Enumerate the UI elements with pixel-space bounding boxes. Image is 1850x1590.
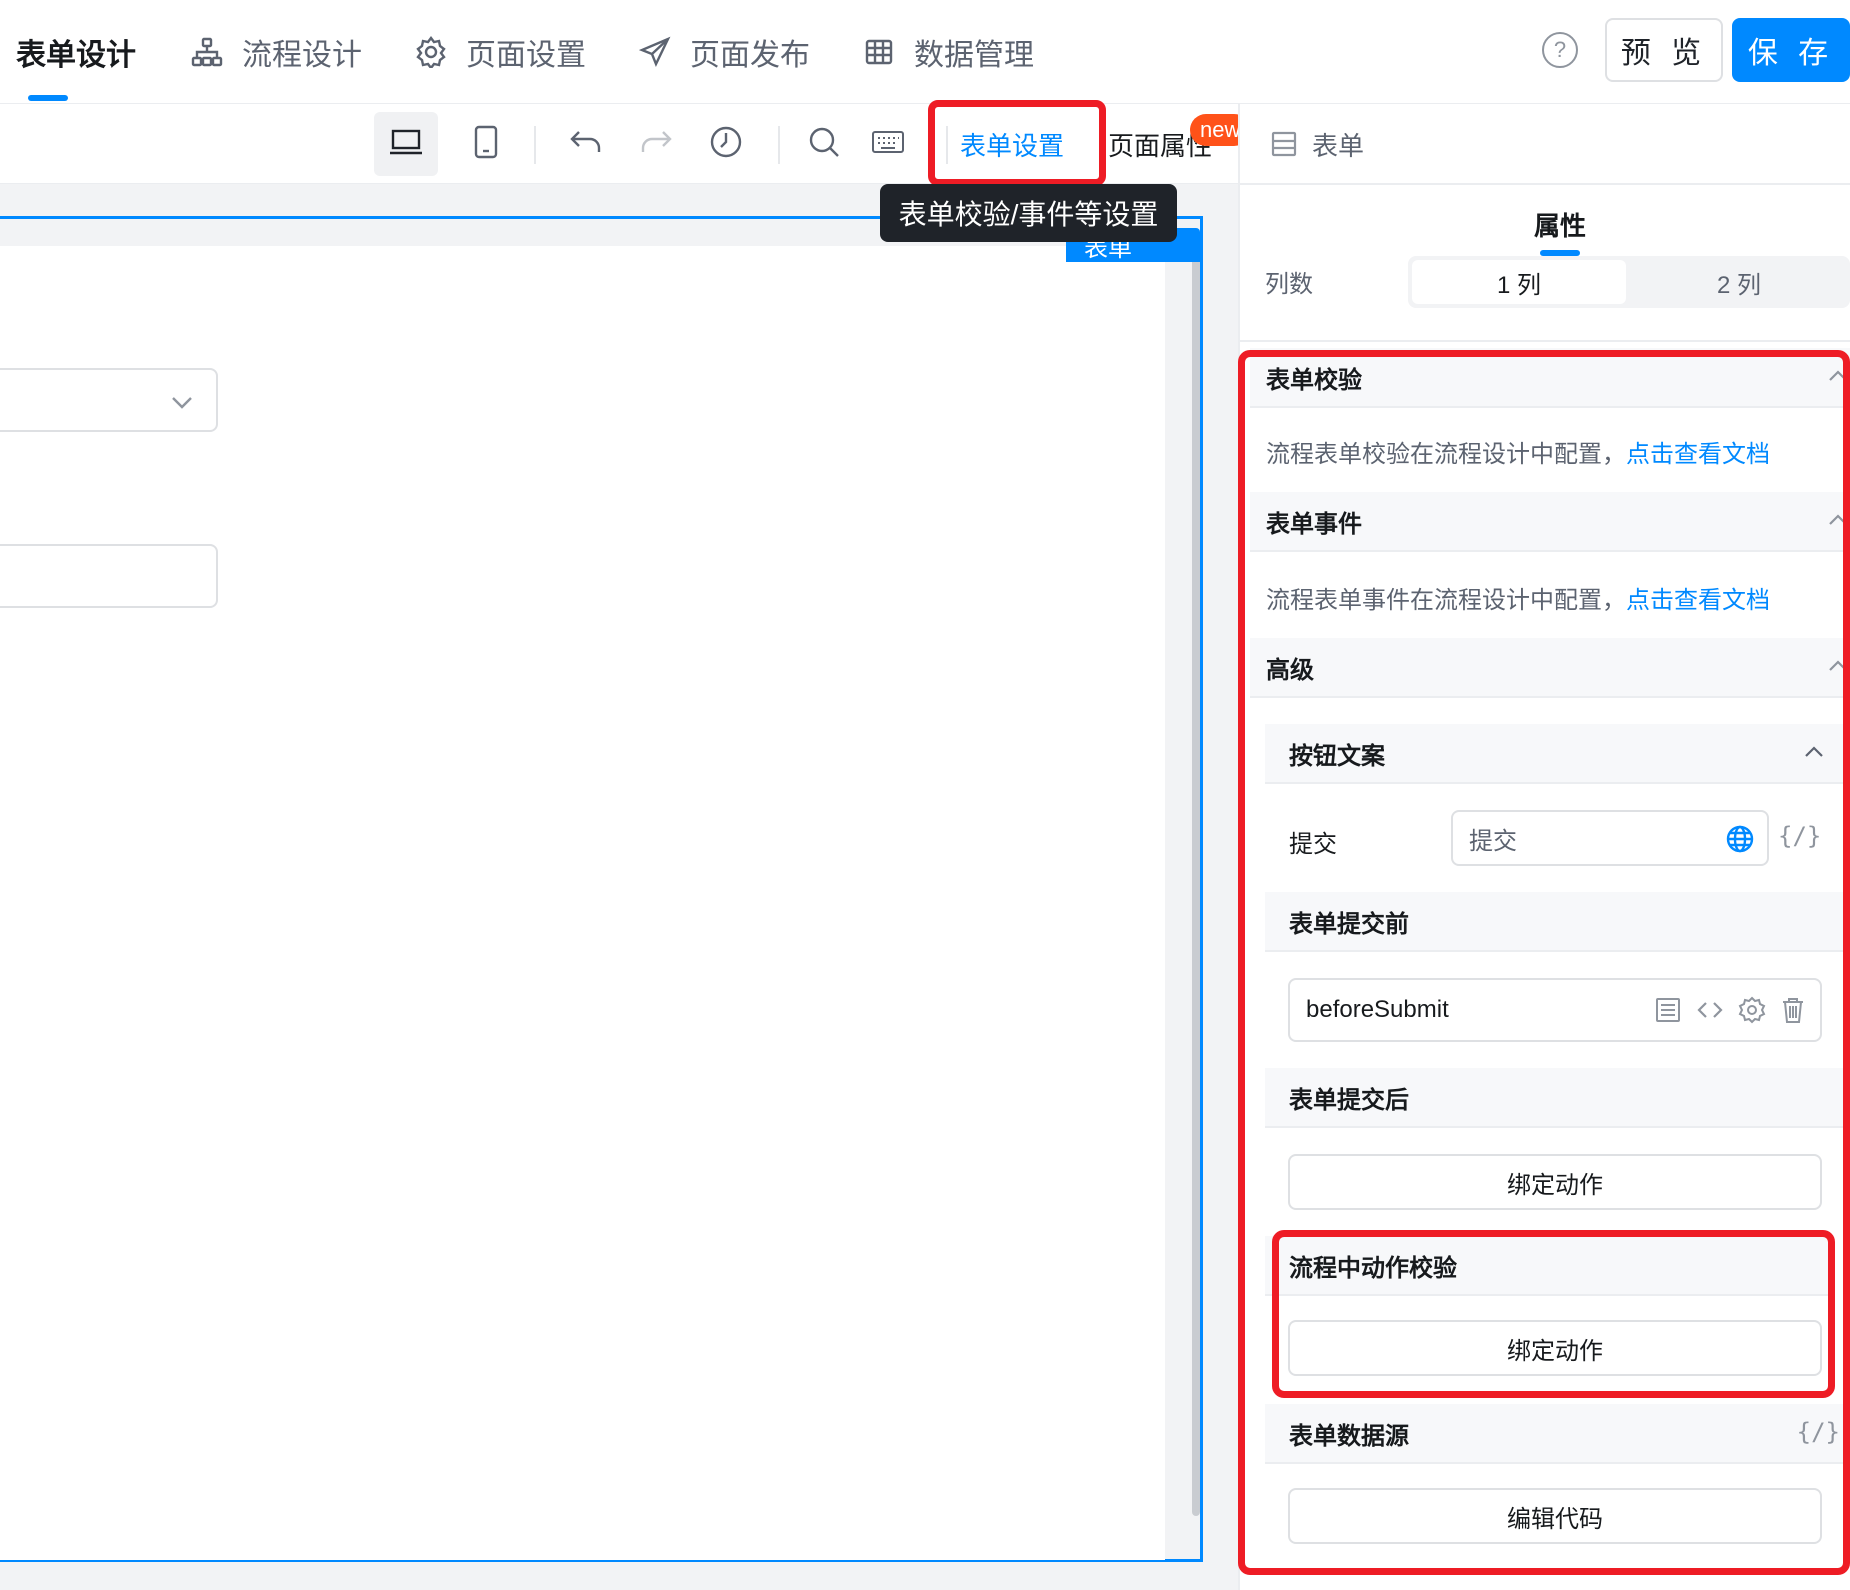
redo-button[interactable] xyxy=(624,112,688,176)
keyboard-shortcuts-button[interactable] xyxy=(856,112,920,176)
tab-flow-design[interactable]: 流程设计 xyxy=(190,0,362,104)
columns-segmented-control: 1 列 2 列 xyxy=(1408,256,1850,308)
form-settings-tooltip: 表单校验/事件等设置 xyxy=(880,184,1177,242)
search-icon xyxy=(807,125,841,164)
tab-data-management[interactable]: 数据管理 xyxy=(862,0,1034,104)
tab-properties[interactable]: 属性 xyxy=(1520,206,1600,243)
toolbar-divider xyxy=(534,126,536,164)
save-button[interactable]: 保 存 xyxy=(1732,18,1850,82)
mobile-view-button[interactable] xyxy=(454,112,518,176)
text-field[interactable] xyxy=(0,544,218,608)
history-button[interactable] xyxy=(694,112,758,176)
tab-label: 数据管理 xyxy=(914,39,1034,72)
desktop-view-button[interactable] xyxy=(374,112,438,176)
columns-option-2[interactable]: 2 列 xyxy=(1632,260,1846,304)
tab-label: 页面设置 xyxy=(466,39,586,72)
tab-page-settings[interactable]: 页面设置 xyxy=(414,0,586,104)
active-tab-indicator xyxy=(28,95,68,101)
redo-icon xyxy=(639,128,673,161)
gear-icon xyxy=(414,35,448,69)
tab-page-publish[interactable]: 页面发布 xyxy=(638,0,810,104)
panel-header-divider xyxy=(1238,183,1850,185)
preview-button[interactable]: 预 览 xyxy=(1605,18,1723,82)
form-canvas[interactable] xyxy=(0,246,1165,1560)
keyboard-icon xyxy=(871,130,905,159)
columns-option-1[interactable]: 1 列 xyxy=(1412,260,1626,304)
panel-divider xyxy=(1238,340,1850,342)
help-icon[interactable]: ? xyxy=(1542,32,1578,68)
phone-icon xyxy=(473,125,499,164)
form-icon xyxy=(1270,130,1298,158)
highlight-annotation xyxy=(1272,1230,1835,1398)
flow-icon xyxy=(190,35,224,69)
laptop-icon xyxy=(389,127,423,162)
columns-label: 列数 xyxy=(1265,271,1313,298)
panel-header-label: 表单 xyxy=(1312,130,1365,161)
table-icon xyxy=(862,35,896,69)
highlight-annotation xyxy=(928,100,1106,186)
tab-label: 流程设计 xyxy=(242,39,362,72)
tab-label: 表单设计 xyxy=(16,39,136,72)
chevron-down-icon xyxy=(168,388,196,421)
tab-label: 页面发布 xyxy=(690,39,810,72)
send-icon xyxy=(638,35,672,69)
top-navigation: 表单设计 流程设计 页面设置 页面发布 数据管理 ? 预 览 保 存 xyxy=(0,0,1850,104)
canvas-scrollbar[interactable] xyxy=(1192,246,1200,1516)
toolbar-divider xyxy=(778,126,780,164)
panel-header: 表单 xyxy=(1270,104,1364,184)
select-field[interactable] xyxy=(0,368,218,432)
undo-icon xyxy=(569,128,603,161)
tab-form-design[interactable]: 表单设计 xyxy=(16,0,136,104)
undo-button[interactable] xyxy=(554,112,618,176)
clock-icon xyxy=(709,125,743,164)
search-button[interactable] xyxy=(792,112,856,176)
